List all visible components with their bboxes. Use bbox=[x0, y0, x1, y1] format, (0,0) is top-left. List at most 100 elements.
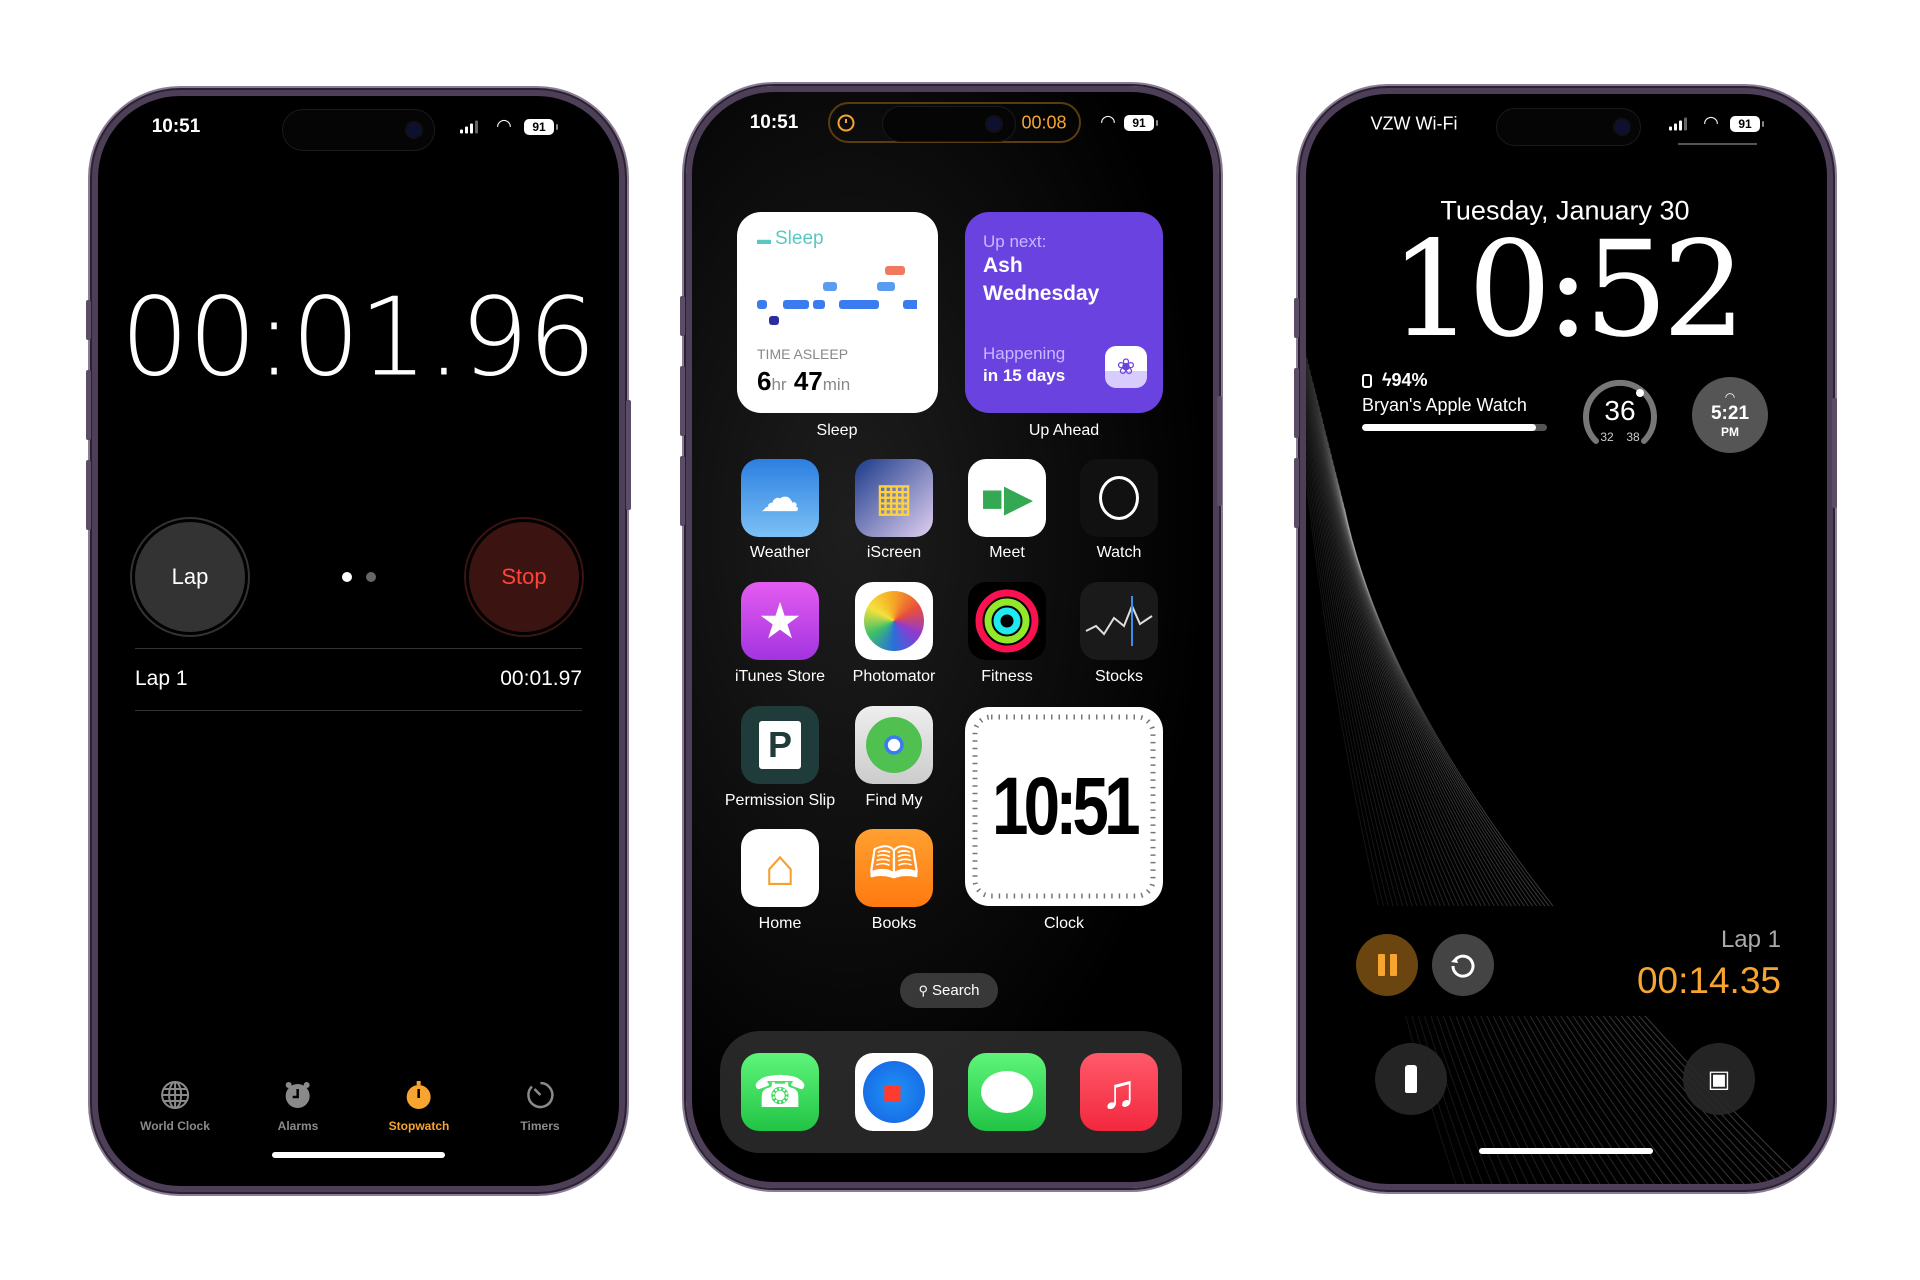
battery-icon: 91 bbox=[1730, 116, 1764, 132]
sleep-duration: 6hr 47min bbox=[757, 366, 851, 396]
widget-label: Sleep bbox=[816, 422, 858, 439]
sleep-stage-segment bbox=[823, 282, 837, 291]
timer-icon bbox=[526, 1081, 554, 1109]
app-label: Weather bbox=[749, 544, 811, 561]
stocks-icon bbox=[1085, 596, 1153, 646]
charging-bolt-icon: ϟ bbox=[1382, 370, 1392, 390]
camera-icon: ▣ bbox=[1707, 1065, 1731, 1093]
stop-button-label: Stop bbox=[501, 564, 547, 589]
app-watch[interactable] bbox=[1080, 459, 1158, 537]
app-label: Stocks bbox=[1094, 668, 1144, 685]
signal-icon bbox=[1669, 117, 1687, 131]
phone-icon: ☎ bbox=[752, 1067, 808, 1117]
wallpaper-line bbox=[1314, 387, 1628, 1184]
sleep-stage-segment bbox=[783, 300, 809, 309]
tab-alarms[interactable]: Alarms bbox=[277, 1080, 319, 1133]
app-label: Fitness bbox=[981, 668, 1033, 685]
search-icon: ⚲ bbox=[918, 982, 928, 998]
sleep-stage-segment bbox=[877, 282, 895, 291]
app-home[interactable]: ⌂ bbox=[741, 829, 819, 907]
clock-widget[interactable]: 10:51 bbox=[965, 707, 1163, 906]
app-photomator[interactable] bbox=[855, 582, 933, 660]
home-indicator[interactable] bbox=[272, 1152, 445, 1158]
app-meet[interactable]: ■▶ bbox=[968, 459, 1046, 537]
watch-battery-widget[interactable]: ϟ94% Bryan's Apple Watch bbox=[1362, 370, 1552, 431]
carrier: VZW Wi-Fi bbox=[1370, 113, 1458, 134]
app-stocks[interactable] bbox=[1080, 582, 1158, 660]
status-time: 10:51 bbox=[749, 112, 799, 133]
left-phone-stopwatch: 10:51 ◠ 91 00:01.96 Lap Stop Lap 1 00:01… bbox=[92, 90, 625, 1192]
music-icon: ♫ bbox=[1101, 1065, 1137, 1119]
search-button[interactable]: ⚲ Search bbox=[900, 973, 998, 1008]
widget-label: Up Ahead bbox=[1028, 422, 1100, 439]
app-fitness[interactable] bbox=[968, 582, 1046, 660]
tab-label: Alarms bbox=[277, 1119, 319, 1133]
app-itunes-store[interactable]: ★ bbox=[741, 582, 819, 660]
sunset-widget[interactable]: ◠ 5:21 PM bbox=[1692, 377, 1768, 453]
safari-icon: ◆ bbox=[855, 1053, 933, 1131]
middle-phone-home-screen: 10:51 00:08 ◠ 91 ▬ Sleep TIME ASLEEP 6hr… bbox=[686, 86, 1219, 1188]
wifi-icon: ◠ bbox=[496, 115, 512, 136]
sunset-icon: ◠ bbox=[1724, 390, 1736, 404]
tab-world-clock[interactable]: World Clock bbox=[140, 1080, 210, 1133]
dock-messages[interactable] bbox=[968, 1053, 1046, 1131]
sleep-stage-segment bbox=[885, 266, 905, 275]
stop-button[interactable]: Stop bbox=[469, 522, 579, 632]
tab-stopwatch[interactable]: Stopwatch bbox=[389, 1080, 449, 1133]
permission-slip-icon: P bbox=[759, 721, 801, 769]
divider bbox=[135, 710, 582, 711]
dock-safari[interactable]: ◆ bbox=[855, 1053, 933, 1131]
dock-phone[interactable]: ☎ bbox=[741, 1053, 819, 1131]
weather-gauge-widget[interactable]: 36 32 38 bbox=[1580, 375, 1660, 455]
flower-icon: ❀ bbox=[1105, 346, 1147, 388]
lap-button[interactable]: Lap bbox=[135, 522, 245, 632]
flashlight-button[interactable] bbox=[1375, 1043, 1447, 1115]
find-my-icon bbox=[866, 717, 922, 773]
alarm-clock-icon bbox=[286, 1082, 310, 1108]
app-weather[interactable]: ☁ bbox=[741, 459, 819, 537]
dynamic-island bbox=[882, 106, 1016, 142]
weather-icon: ☁ bbox=[760, 476, 800, 520]
sleep-stage-segment bbox=[769, 316, 779, 325]
lock-time: 10:52 bbox=[1389, 213, 1746, 367]
lap-time: 00:01.97 bbox=[500, 667, 582, 690]
books-icon: 🕮 bbox=[868, 838, 920, 888]
pause-button[interactable] bbox=[1356, 934, 1418, 996]
up-ahead-widget[interactable]: Up next: Ash Wednesday Happening in 15 d… bbox=[965, 212, 1163, 413]
page-dot-active[interactable] bbox=[342, 572, 352, 582]
page-dot[interactable] bbox=[366, 572, 376, 582]
sleep-stage-segment bbox=[757, 300, 767, 309]
temp-low: 32 bbox=[1600, 430, 1614, 444]
app-label: Find My bbox=[865, 792, 923, 809]
app-label: iScreen bbox=[866, 544, 922, 561]
sleep-widget[interactable]: ▬ Sleep TIME ASLEEP 6hr 47min bbox=[737, 212, 938, 413]
event-when-line2: in 15 days bbox=[983, 366, 1066, 385]
signal-icon bbox=[460, 120, 478, 134]
sleep-stage-segment bbox=[813, 300, 825, 309]
tab-label: World Clock bbox=[140, 1119, 210, 1133]
widget-label: Clock bbox=[1043, 915, 1085, 932]
wallpaper-line bbox=[1317, 399, 1646, 1184]
battery-icon: 91 bbox=[524, 119, 558, 135]
home-indicator[interactable] bbox=[1479, 1148, 1653, 1154]
reset-button[interactable] bbox=[1432, 934, 1494, 996]
app-label: iTunes Store bbox=[734, 668, 826, 685]
event-title-line2: Wednesday bbox=[983, 282, 1100, 305]
wifi-icon: ◠ bbox=[1703, 112, 1719, 133]
app-books[interactable]: 🕮 bbox=[855, 829, 933, 907]
search-label: Search bbox=[932, 982, 980, 999]
star-icon: ★ bbox=[757, 593, 803, 649]
live-activity-time: 00:08 bbox=[1021, 112, 1067, 133]
messages-icon bbox=[981, 1071, 1033, 1113]
app-label: Permission Slip bbox=[724, 792, 836, 809]
tab-label: Timers bbox=[520, 1119, 560, 1133]
dock-music[interactable]: ♫ bbox=[1080, 1053, 1158, 1131]
app-iscreen[interactable]: ▦ bbox=[855, 459, 933, 537]
app-permission-slip[interactable]: P bbox=[741, 706, 819, 784]
camera-button[interactable]: ▣ bbox=[1683, 1043, 1755, 1115]
app-find-my[interactable] bbox=[855, 706, 933, 784]
tab-timers[interactable]: Timers bbox=[520, 1080, 560, 1133]
up-next-prefix: Up next: bbox=[983, 232, 1047, 251]
watch-name: Bryan's Apple Watch bbox=[1362, 395, 1527, 415]
iscreen-icon: ▦ bbox=[875, 476, 913, 520]
